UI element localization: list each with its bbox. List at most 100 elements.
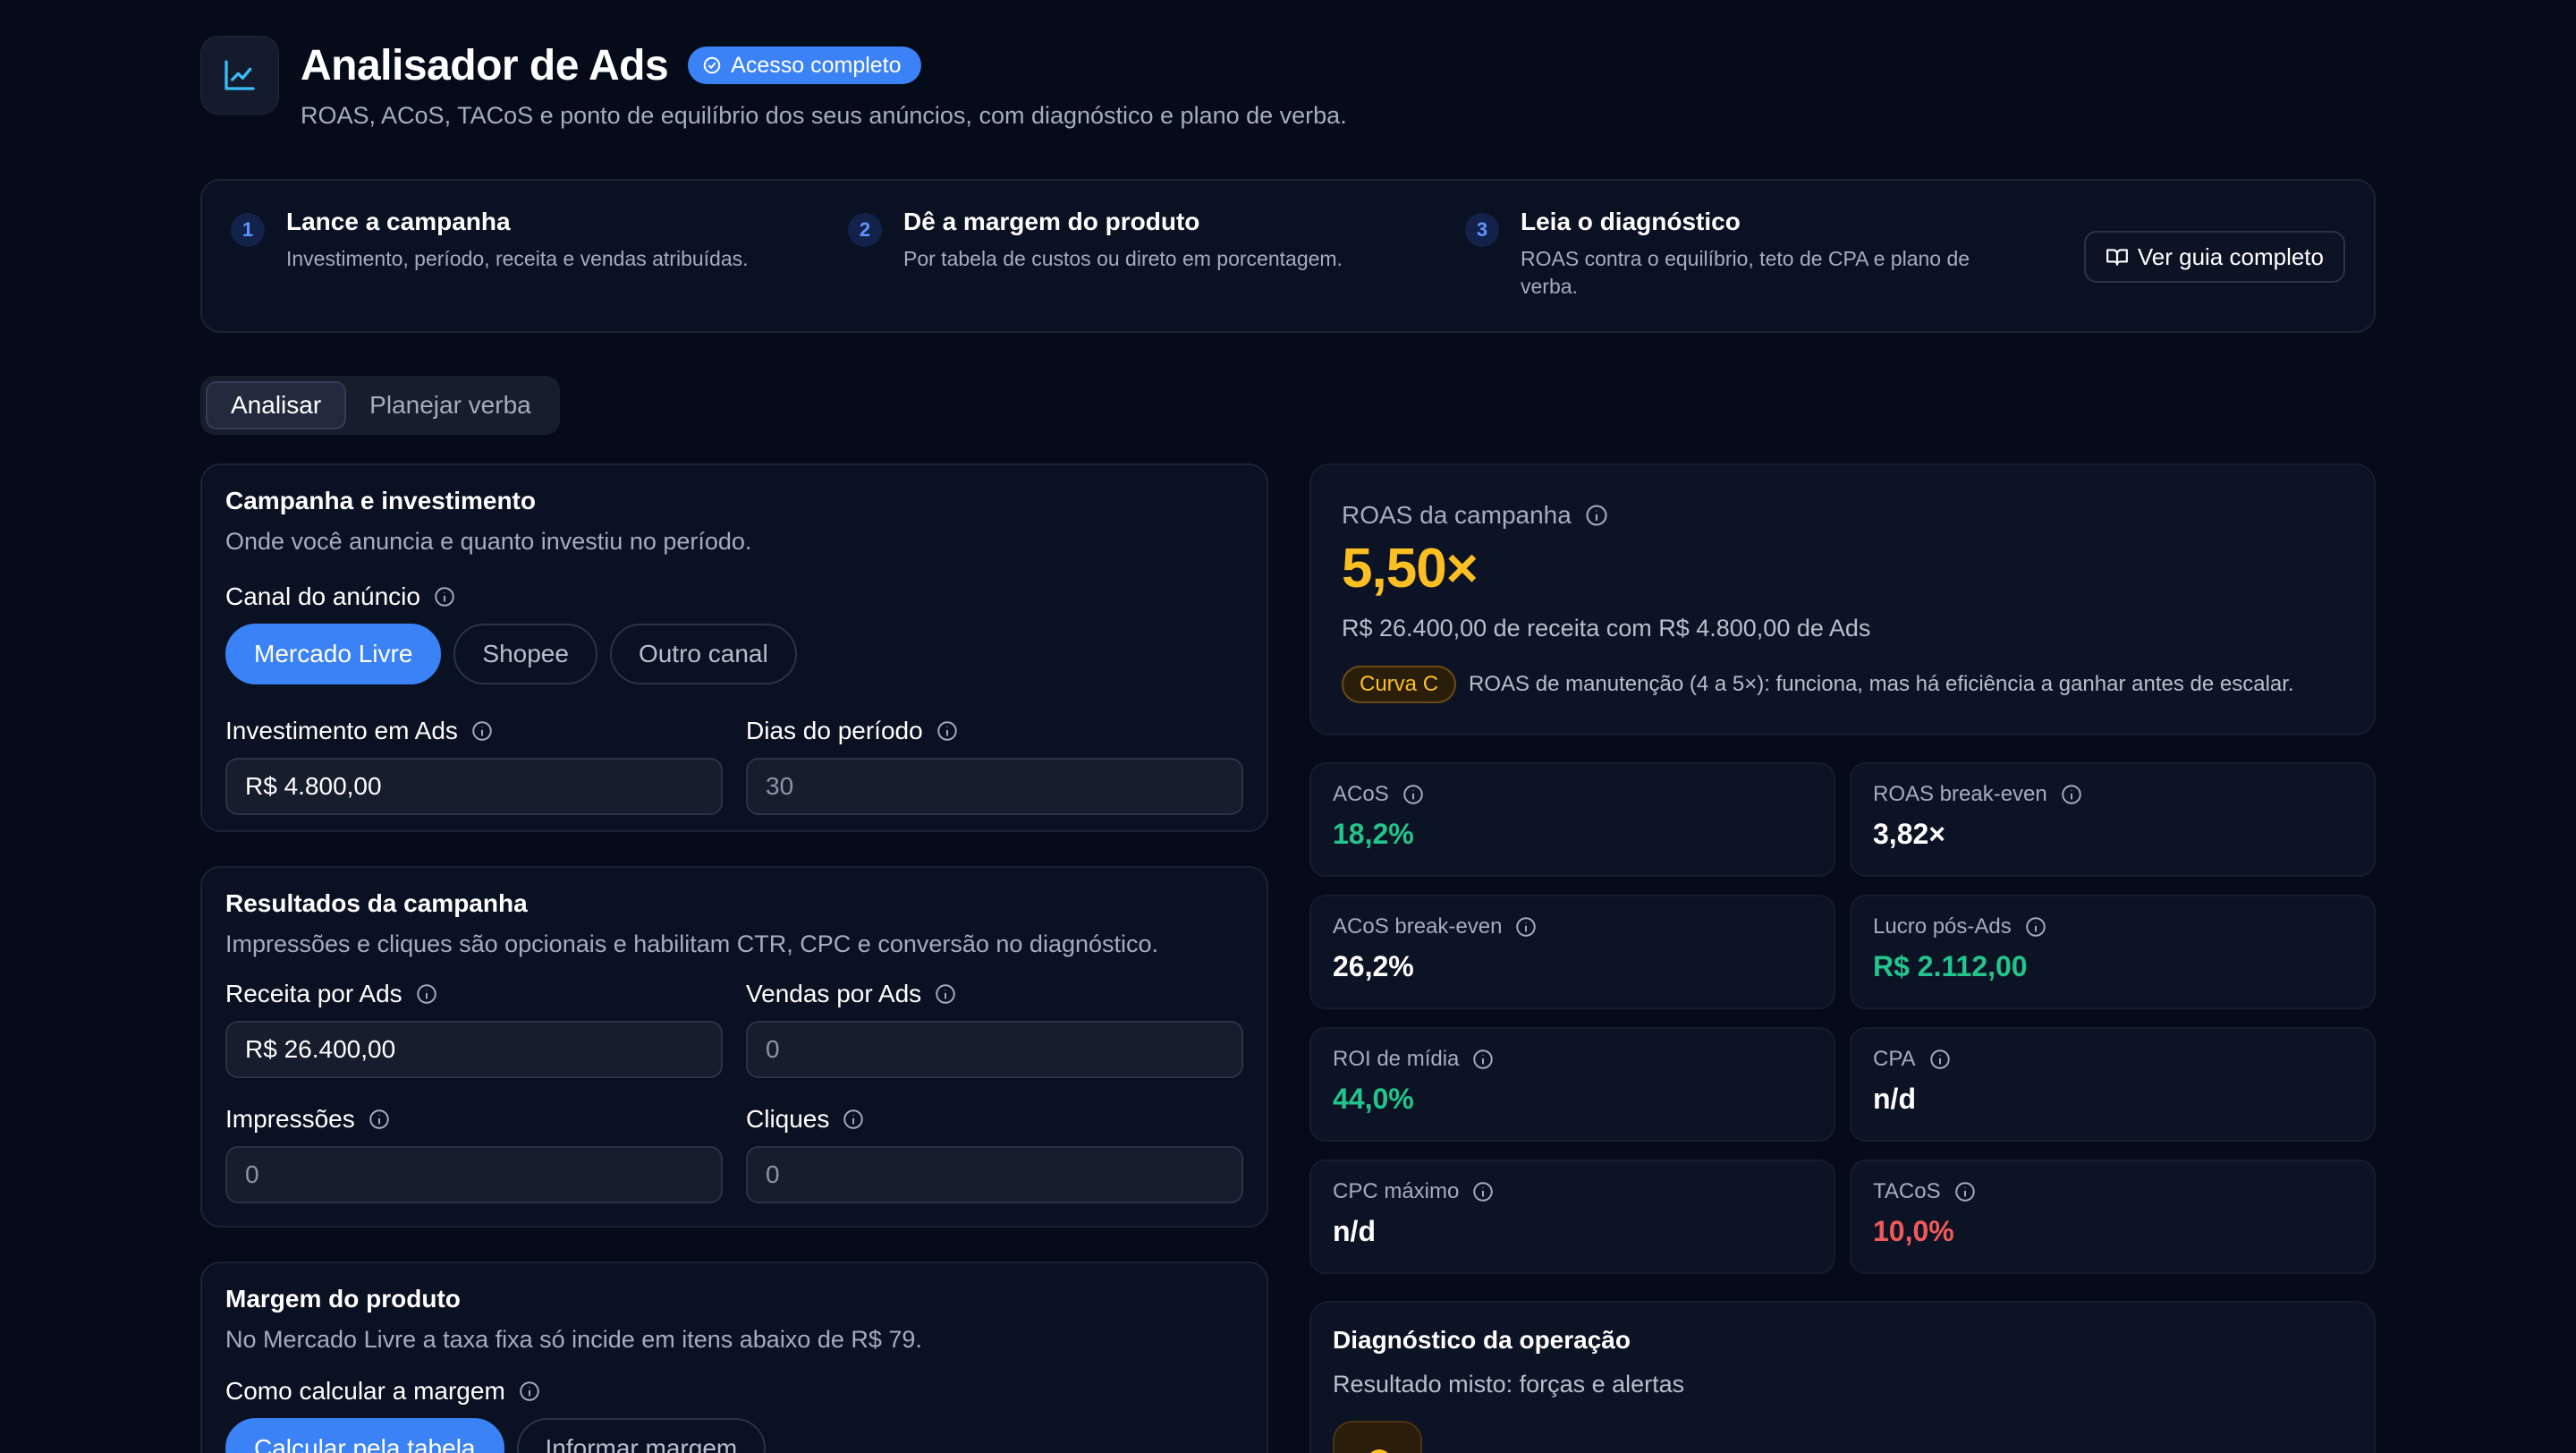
step-description: Investimento, período, receita e vendas … — [286, 247, 749, 270]
metric-value: 18,2% — [1333, 818, 1414, 850]
metric-card-acos-break-even: ACoS break-even 26,2% — [1309, 895, 1835, 1009]
metric-label: CPA — [1873, 1047, 1916, 1071]
info-icon[interactable] — [368, 1108, 391, 1131]
info-icon[interactable] — [1953, 1180, 1977, 1203]
step-title: Lance a campanha — [286, 208, 511, 235]
diagnosis-subtitle: Resultado misto: forças e alertas — [1333, 1371, 1685, 1398]
campaign-card: Campanha e investimento Onde você anunci… — [200, 463, 1268, 832]
metric-value: 44,0% — [1333, 1083, 1414, 1115]
days-label: Dias do período — [746, 717, 1243, 745]
form-column: Campanha e investimento Onde você anunci… — [200, 463, 1268, 1453]
page-subtitle: ROAS, ACoS, TACoS e ponto de equilíbrio … — [301, 102, 1347, 129]
results-title: Resultados da campanha — [225, 889, 528, 917]
step-1: 1 Lance a campanha Investimento, período… — [231, 208, 848, 273]
roas-card: ROAS da campanha 5,50× R$ 26.400,00 de r… — [1309, 463, 2376, 735]
steps-card: 1 Lance a campanha Investimento, período… — [200, 179, 2376, 333]
info-icon[interactable] — [934, 982, 957, 1006]
method-calcular-tabela[interactable]: Calcular pela tabela — [225, 1418, 504, 1453]
margin-card: Margem do produto No Mercado Livre a tax… — [200, 1262, 1268, 1453]
diagnosis-title: Diagnóstico da operação — [1333, 1326, 1631, 1354]
info-icon[interactable] — [2060, 783, 2083, 806]
clicks-input[interactable]: 0 — [746, 1146, 1243, 1203]
revenue-input[interactable]: R$ 26.400,00 — [225, 1021, 723, 1078]
check-circle-icon — [703, 56, 721, 74]
info-icon[interactable] — [415, 982, 438, 1006]
margin-method-selector: Calcular pela tabela Informar margem — [225, 1418, 1243, 1453]
info-icon[interactable] — [1471, 1180, 1495, 1203]
channel-shopee[interactable]: Shopee — [453, 624, 597, 684]
impressions-input[interactable]: 0 — [225, 1146, 723, 1203]
step-title: Leia o diagnóstico — [1521, 208, 1741, 235]
channel-label-text: Canal do anúncio — [225, 582, 420, 610]
metric-value: n/d — [1333, 1215, 1376, 1247]
revenue-label: Receita por Ads — [225, 980, 723, 1008]
chart-line-icon — [200, 36, 279, 115]
step-2: 2 Dê a margem do produto Por tabela de c… — [848, 208, 1465, 273]
access-badge-label: Acesso completo — [731, 52, 902, 78]
page-title: Analisador de Ads — [301, 41, 669, 89]
curve-badge: Curva C — [1342, 666, 1457, 703]
app-root: Analisador de Ads Acesso completo ROAS, … — [200, 36, 2376, 1453]
investment-input[interactable]: R$ 4.800,00 — [225, 758, 723, 815]
channel-selector: Mercado Livre Shopee Outro canal — [225, 624, 1243, 684]
sales-label-text: Vendas por Ads — [746, 980, 922, 1007]
info-icon[interactable] — [1514, 915, 1538, 939]
roas-description: R$ 26.400,00 de receita com R$ 4.800,00 … — [1342, 615, 1871, 642]
info-icon[interactable] — [842, 1108, 865, 1131]
channel-mercado-livre[interactable]: Mercado Livre — [225, 624, 442, 684]
step-description: ROAS contra o equilíbrio, teto de CPA e … — [1521, 247, 1970, 298]
metric-label: TACoS — [1873, 1179, 1941, 1203]
revenue-label-text: Receita por Ads — [225, 980, 402, 1007]
investment-label-text: Investimento em Ads — [225, 717, 458, 744]
margin-method-label: Como calcular a margem — [225, 1377, 1243, 1406]
step-description: Por tabela de custos ou direto em porcen… — [903, 247, 1343, 270]
impressions-label: Impressões — [225, 1105, 723, 1134]
sales-input[interactable]: 0 — [746, 1021, 1243, 1078]
campaign-title: Campanha e investimento — [225, 487, 536, 514]
investment-label: Investimento em Ads — [225, 717, 723, 745]
metric-label: ACoS break-even — [1333, 914, 1503, 939]
tab-analisar[interactable]: Analisar — [206, 381, 347, 429]
days-input[interactable]: 30 — [746, 758, 1243, 815]
info-icon[interactable] — [433, 585, 456, 608]
metrics-grid: ACoS 18,2% ROAS break-even 3,82× ACoS br… — [1309, 762, 2376, 1292]
mode-tabs: Analisar Planejar verba — [200, 376, 560, 435]
tab-planejar-verba[interactable]: Planejar verba — [346, 381, 555, 429]
clicks-label: Cliques — [746, 1105, 1243, 1134]
metric-value: n/d — [1873, 1083, 1916, 1115]
view-guide-button[interactable]: Ver guia completo — [2083, 231, 2345, 283]
info-icon[interactable] — [1471, 1048, 1495, 1071]
margin-subtitle: No Mercado Livre a taxa fixa só incide e… — [225, 1326, 922, 1353]
info-icon[interactable] — [2024, 915, 2047, 939]
channel-label: Canal do anúncio — [225, 582, 1243, 611]
channel-outro[interactable]: Outro canal — [609, 624, 797, 684]
warning-status-icon — [1333, 1421, 1422, 1453]
results-card: Resultados da campanha Impressões e cliq… — [200, 866, 1268, 1228]
step-title: Dê a margem do produto — [903, 208, 1200, 235]
metric-label: CPC máximo — [1333, 1179, 1460, 1203]
method-informar-margem[interactable]: Informar margem — [516, 1418, 767, 1453]
metric-card-roas-break-even: ROAS break-even 3,82× — [1850, 762, 2376, 877]
roas-label: ROAS da campanha — [1342, 501, 2343, 530]
info-icon[interactable] — [1928, 1048, 1952, 1071]
info-icon[interactable] — [1584, 503, 1609, 528]
metric-card-cpa: CPA n/d — [1850, 1027, 2376, 1142]
view-guide-label: Ver guia completo — [2137, 242, 2324, 270]
days-label-text: Dias do período — [746, 717, 923, 744]
info-icon[interactable] — [936, 719, 959, 743]
info-icon[interactable] — [1402, 783, 1425, 806]
info-icon[interactable] — [518, 1380, 541, 1403]
margin-method-label-text: Como calcular a margem — [225, 1377, 505, 1405]
info-icon[interactable] — [470, 719, 494, 743]
metric-label: ACoS — [1333, 782, 1389, 806]
metric-value: 26,2% — [1333, 950, 1414, 982]
roas-label-text: ROAS da campanha — [1342, 501, 1572, 529]
clicks-label-text: Cliques — [746, 1105, 830, 1133]
metric-card-cpc-maximo: CPC máximo n/d — [1309, 1160, 1835, 1274]
step-number: 1 — [231, 213, 265, 247]
campaign-subtitle: Onde você anuncia e quanto investiu no p… — [225, 528, 752, 555]
metric-label: Lucro pós-Ads — [1873, 914, 2012, 939]
metric-value: 10,0% — [1873, 1215, 1954, 1247]
step-number: 3 — [1465, 213, 1499, 247]
step-3: 3 Leia o diagnóstico ROAS contra o equil… — [1465, 208, 2082, 301]
